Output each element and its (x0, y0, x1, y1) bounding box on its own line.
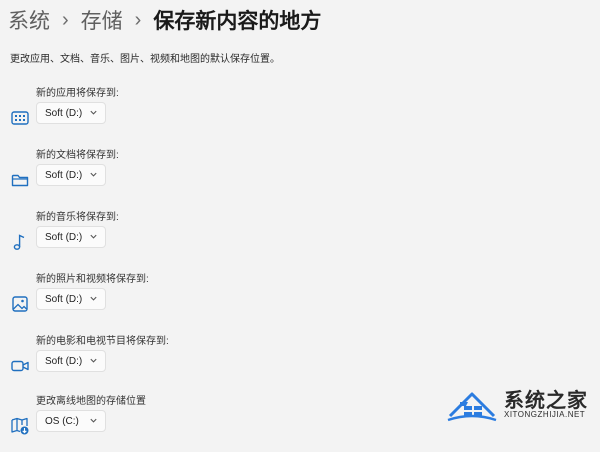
page-title: 保存新内容的地方 (153, 10, 322, 33)
save-location-music: 新的音乐将保存到: Soft (D:) (0, 208, 600, 268)
save-location-photos: 新的照片和视频将保存到: Soft (D:) (0, 270, 600, 330)
video-icon (10, 356, 30, 376)
section-label: 新的文档将保存到: (36, 150, 119, 161)
section-label: 新的电影和电视节目将保存到: (36, 336, 169, 347)
offline-maps-drive-dropdown[interactable]: OS (C:) (36, 410, 106, 432)
dropdown-value: Soft (D:) (45, 107, 83, 119)
chevron-down-icon (89, 356, 98, 365)
watermark: 系统之家 XITONGZHIJIA.NET (438, 382, 598, 428)
breadcrumb-storage[interactable]: 存储 (81, 5, 123, 35)
save-location-documents: 新的文档将保存到: Soft (D:) (0, 146, 600, 206)
breadcrumb-separator-icon: › (134, 8, 142, 31)
apps-drive-dropdown[interactable]: Soft (D:) (36, 102, 106, 124)
breadcrumb-system[interactable]: 系统 (8, 5, 50, 35)
breadcrumb-separator-icon: › (62, 8, 69, 31)
picture-icon (10, 294, 30, 314)
documents-drive-dropdown[interactable]: Soft (D:) (36, 164, 106, 186)
dropdown-value: Soft (D:) (45, 293, 83, 305)
section-label: 新的应用将保存到: (36, 88, 119, 99)
dropdown-value: Soft (D:) (45, 355, 83, 367)
watermark-title: 系统之家 (504, 390, 588, 412)
music-note-icon (10, 232, 30, 252)
section-label: 新的音乐将保存到: (36, 212, 119, 223)
dropdown-value: Soft (D:) (45, 169, 83, 181)
save-location-apps: 新的应用将保存到: Soft (D:) (0, 84, 600, 144)
photos-drive-dropdown[interactable]: Soft (D:) (36, 288, 106, 310)
page-description: 更改应用、文档、音乐、图片、视频和地图的默认保存位置。 (10, 54, 280, 65)
map-download-icon (10, 416, 30, 436)
watermark-subtitle: XITONGZHIJIA.NET (504, 410, 586, 419)
dropdown-value: OS (C:) (45, 415, 79, 427)
folder-icon (10, 170, 30, 190)
movies-drive-dropdown[interactable]: Soft (D:) (36, 350, 106, 372)
watermark-logo-icon (446, 386, 498, 424)
chevron-down-icon (89, 294, 98, 303)
app-grid-icon (10, 108, 30, 128)
chevron-down-icon (89, 170, 98, 179)
breadcrumb: 系统 › 存储 › 保存新内容的地方 (8, 4, 321, 36)
dropdown-value: Soft (D:) (45, 231, 83, 243)
chevron-down-icon (89, 232, 98, 241)
music-drive-dropdown[interactable]: Soft (D:) (36, 226, 106, 248)
section-label: 更改离线地图的存储位置 (36, 396, 146, 407)
chevron-down-icon (89, 416, 98, 425)
section-label: 新的照片和视频将保存到: (36, 274, 149, 285)
chevron-down-icon (89, 108, 98, 117)
